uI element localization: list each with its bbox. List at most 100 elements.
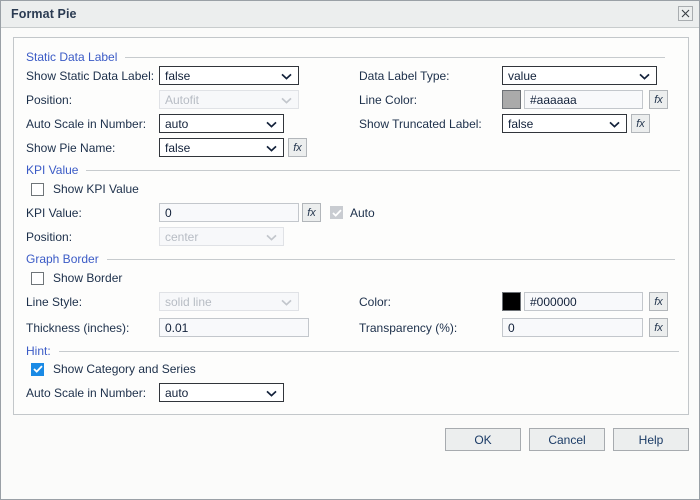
transparency-fx-button[interactable]: fx (649, 318, 668, 337)
field-position-kpi: Position: (26, 227, 72, 247)
data-label-type-select[interactable]: value (502, 66, 657, 85)
field-label: Show Pie Name: (26, 141, 116, 155)
transparency-input[interactable]: 0 (502, 318, 643, 337)
field-label: Auto Scale in Number: (26, 386, 147, 400)
chevron-down-icon (266, 141, 277, 155)
show-pie-name-fx-button[interactable]: fx (288, 138, 307, 157)
border-color-swatch[interactable] (502, 292, 521, 311)
field-label: Show Truncated Label: (359, 117, 482, 131)
field-auto-scale-hint: Auto Scale in Number: (26, 383, 146, 403)
field-show-truncated-label: Show Truncated Label: (359, 114, 482, 134)
show-kpi-value-checkbox[interactable] (31, 182, 44, 196)
kpi-value-input[interactable]: 0 (159, 203, 299, 222)
field-thickness: Thickness (inches): (26, 318, 129, 338)
select-value: auto (165, 116, 189, 131)
section-title: Static Data Label (26, 50, 118, 64)
position-static-select: Autofit (159, 90, 299, 109)
section-divider (106, 258, 675, 260)
show-static-data-label-select[interactable]: false (159, 66, 299, 85)
show-pie-name-select[interactable]: false (159, 138, 284, 157)
thickness-input[interactable]: 0.01 (159, 318, 309, 337)
border-color-fx-button[interactable]: fx (649, 292, 668, 311)
field-transparency: Transparency (%): (359, 318, 457, 338)
section-divider (125, 56, 666, 58)
kpi-auto-label: Auto (350, 205, 375, 220)
border-color-control: #000000 fx (502, 292, 668, 311)
select-value: center (165, 229, 199, 244)
border-color-input[interactable]: #000000 (524, 292, 643, 311)
field-line-style: Line Style: (26, 292, 82, 312)
chevron-down-icon (281, 295, 292, 309)
ok-button[interactable]: OK (445, 428, 521, 451)
chevron-down-icon (266, 230, 277, 244)
field-label: KPI Value: (26, 206, 82, 220)
line-color-fx-button[interactable]: fx (649, 90, 668, 109)
field-data-label-type: Data Label Type: (359, 66, 450, 86)
checkbox-label: Show KPI Value (53, 182, 139, 196)
field-border-color: Color: (359, 292, 391, 312)
chevron-down-icon (639, 69, 650, 83)
section-title: Graph Border (26, 252, 99, 266)
field-label: Line Style: (26, 295, 83, 309)
section-title: KPI Value (26, 163, 79, 177)
field-label: Auto Scale in Number: (26, 117, 147, 131)
chevron-down-icon (266, 386, 277, 400)
line-color-control: #aaaaaa fx (502, 90, 668, 109)
show-category-and-series-checkbox[interactable] (31, 362, 44, 376)
dialog-footer: OK Cancel Help (1, 428, 700, 451)
field-label: Show Static Data Label: (26, 69, 155, 83)
show-truncated-label-fx-button[interactable]: fx (631, 114, 650, 133)
close-icon (681, 9, 690, 18)
section-header-static-data-label: Static Data Label (26, 49, 666, 65)
chevron-down-icon (609, 117, 620, 131)
show-truncated-label-select[interactable]: false (502, 114, 627, 133)
section-header-hint: Hint: (26, 343, 679, 359)
show-border-checkbox[interactable] (31, 271, 44, 285)
section-divider (58, 350, 679, 352)
kpi-auto-checkbox (330, 206, 343, 219)
field-show-category-and-series[interactable]: Show Category and Series (31, 359, 196, 379)
field-show-kpi-value[interactable]: Show KPI Value (31, 179, 139, 199)
auto-scale-static-select[interactable]: auto (159, 114, 284, 133)
chevron-down-icon (266, 117, 277, 131)
check-icon (32, 365, 43, 373)
field-show-pie-name: Show Pie Name: (26, 138, 115, 158)
select-value: solid line (165, 294, 212, 309)
field-auto-scale-static: Auto Scale in Number: (26, 114, 146, 134)
select-value: auto (165, 385, 189, 400)
field-label: Line Color: (359, 93, 418, 107)
section-header-kpi-value: KPI Value (26, 162, 681, 178)
line-color-input[interactable]: #aaaaaa (524, 90, 643, 109)
field-label: Position: (26, 230, 73, 244)
field-label: Transparency (%): (359, 321, 458, 335)
field-label: Color: (359, 295, 392, 309)
format-pie-dialog: Format Pie Static Data Label Show Static… (0, 0, 700, 500)
select-value: false (165, 140, 191, 155)
select-value: false (165, 68, 191, 83)
line-color-swatch[interactable] (502, 90, 521, 109)
section-header-graph-border: Graph Border (26, 251, 675, 267)
title-bar: Format Pie (1, 1, 699, 28)
dialog-title: Format Pie (11, 7, 77, 21)
auto-scale-hint-select[interactable]: auto (159, 383, 284, 402)
field-show-border[interactable]: Show Border (31, 268, 122, 288)
close-button[interactable] (678, 6, 693, 21)
field-label: Data Label Type: (359, 69, 450, 83)
kpi-value-control: 0 fx Auto (159, 203, 375, 222)
field-label: Thickness (inches): (26, 321, 130, 335)
field-line-color: Line Color: (359, 90, 417, 110)
field-position-static: Position: (26, 90, 72, 110)
section-title: Hint: (26, 344, 51, 358)
position-kpi-select: center (159, 227, 284, 246)
checkbox-label: Show Category and Series (53, 362, 196, 376)
show-truncated-label-control: false fx (502, 114, 650, 133)
kpi-value-fx-button[interactable]: fx (302, 203, 321, 222)
select-value: false (508, 116, 534, 131)
line-style-select: solid line (159, 292, 299, 311)
checkbox-label: Show Border (53, 271, 123, 285)
check-icon (331, 208, 342, 217)
settings-panel: Static Data Label Show Static Data Label… (13, 37, 689, 415)
field-kpi-value: KPI Value: (26, 203, 82, 223)
cancel-button[interactable]: Cancel (529, 428, 605, 451)
help-button[interactable]: Help (613, 428, 689, 451)
